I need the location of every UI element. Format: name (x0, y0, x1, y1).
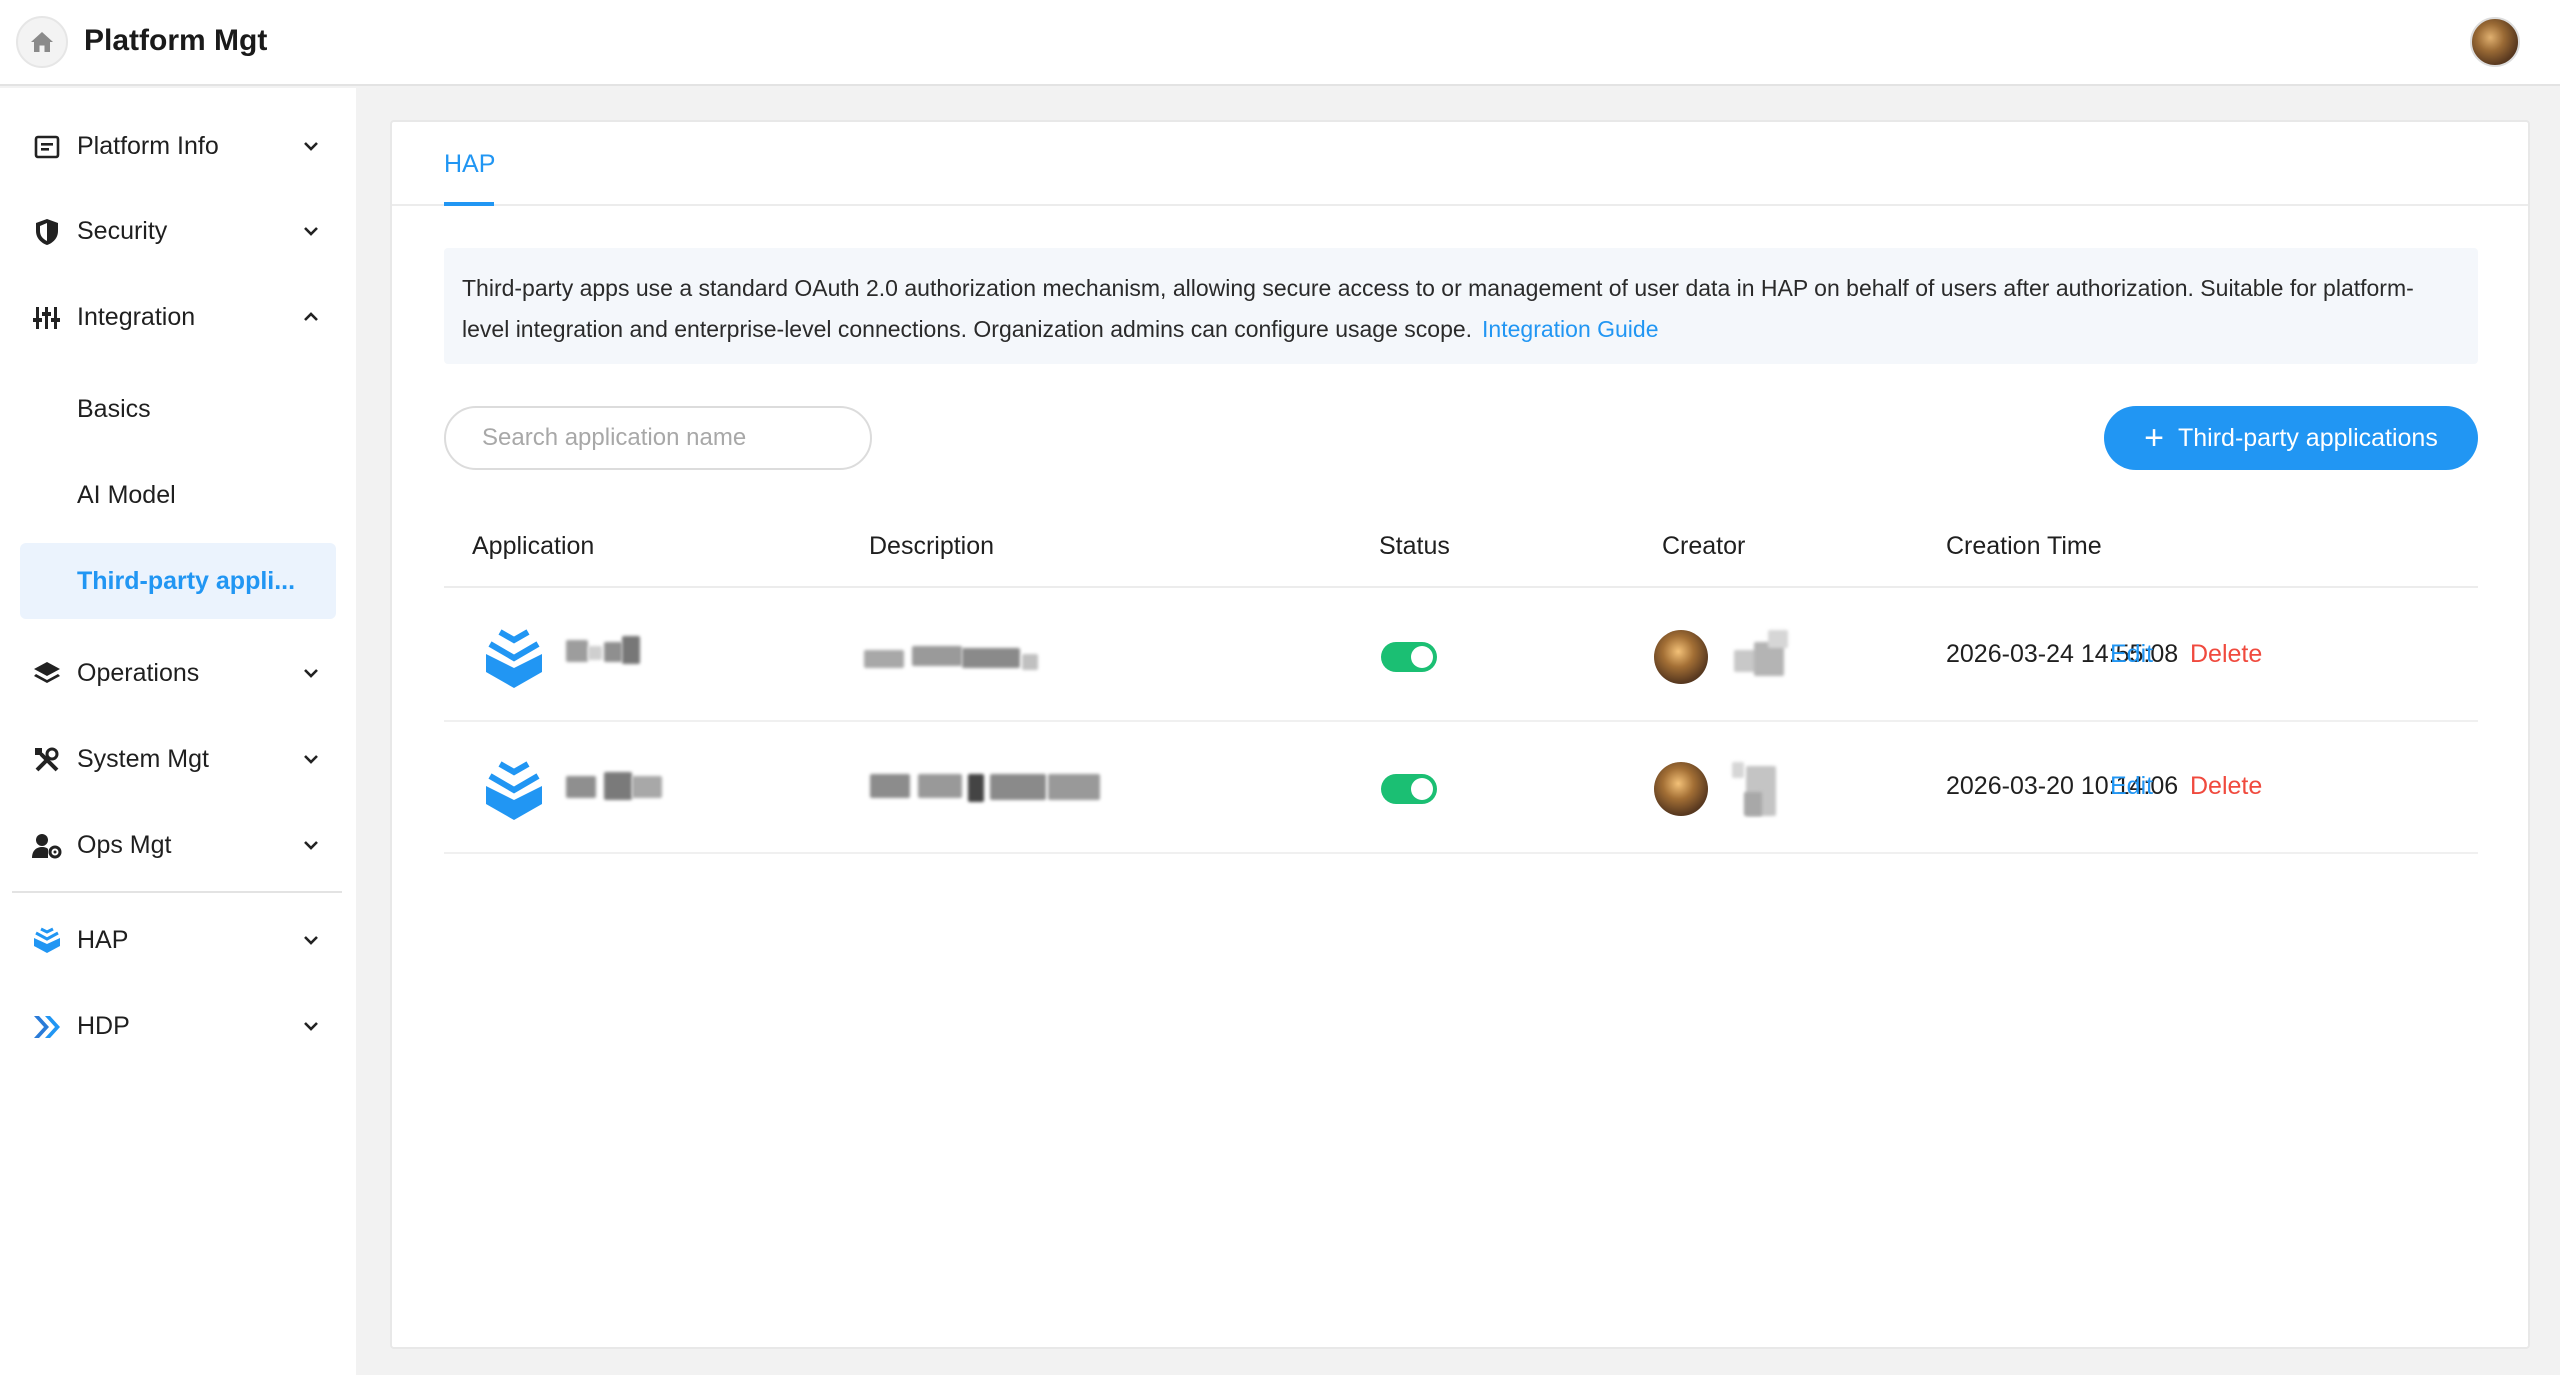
notice-text: Third-party apps use a standard OAuth 2.… (462, 275, 2414, 342)
edit-link[interactable]: Edit (2110, 772, 2153, 801)
tools-icon (32, 746, 62, 774)
delete-link[interactable]: Delete (2190, 640, 2262, 669)
app-logo-icon (486, 761, 542, 820)
search-input[interactable] (444, 406, 872, 470)
sidebar-item-operations[interactable]: Operations (20, 638, 336, 708)
chevron-down-icon (304, 755, 318, 764)
column-header-status: Status (1379, 532, 1450, 560)
user-avatar[interactable] (2470, 17, 2520, 67)
sidebar: Platform Info Security Integration Basic… (0, 88, 356, 1375)
sidebar-item-ops-mgt[interactable]: Ops Mgt (20, 810, 336, 880)
app-logo-icon (486, 629, 542, 688)
sidebar-item-label: HAP (77, 925, 129, 954)
layers-icon (32, 660, 62, 688)
hdp-logo-icon (32, 1013, 62, 1041)
status-toggle[interactable] (1381, 774, 1437, 804)
info-notice: Third-party apps use a standard OAuth 2.… (444, 248, 2478, 364)
table-row[interactable]: 2026-03-24 14:55:08 Edit Delete (444, 590, 2478, 722)
chevron-up-icon (304, 312, 318, 321)
sidebar-item-platform-info[interactable]: Platform Info (20, 111, 336, 181)
sidebar-item-third-party-apps[interactable]: Third-party appli... (20, 543, 336, 619)
shield-icon (32, 218, 62, 246)
app-title: Platform Mgt (84, 24, 268, 57)
chevron-down-icon (304, 142, 318, 151)
sidebar-item-label: Integration (77, 302, 196, 331)
creator-avatar (1654, 762, 1708, 816)
top-bar: Platform Mgt (0, 0, 2560, 86)
add-third-party-app-button[interactable]: + Third-party applications (2104, 406, 2478, 470)
sidebar-item-system-mgt[interactable]: System Mgt (20, 724, 336, 794)
sidebar-item-label: HDP (77, 1011, 130, 1040)
sidebar-item-label: System Mgt (77, 744, 209, 773)
column-header-description: Description (869, 532, 995, 560)
delete-link[interactable]: Delete (2190, 772, 2262, 801)
sidebar-item-hdp[interactable]: HDP (20, 991, 336, 1061)
table-row[interactable]: 2026-03-20 10:14:06 Edit Delete (444, 722, 2478, 854)
main-card: HAP Third-party apps use a standard OAut… (390, 120, 2530, 1349)
sidebar-item-label: Ops Mgt (77, 830, 172, 859)
table-header: Application Description Status Creator C… (444, 518, 2478, 588)
sidebar-item-basics[interactable]: Basics (20, 374, 336, 444)
integration-guide-link[interactable]: Integration Guide (1482, 316, 1658, 342)
column-header-creation-time: Creation Time (1946, 532, 2102, 560)
home-button[interactable] (16, 16, 68, 68)
user-gear-icon (32, 832, 62, 860)
edit-link[interactable]: Edit (2110, 640, 2153, 669)
sidebar-item-security[interactable]: Security (20, 196, 336, 266)
column-header-application: Application (472, 532, 595, 560)
hap-logo-icon (32, 927, 62, 955)
chevron-down-icon (304, 227, 318, 236)
sliders-icon (32, 304, 62, 332)
column-header-creator: Creator (1662, 532, 1746, 560)
status-toggle[interactable] (1381, 642, 1437, 672)
chevron-down-icon (304, 936, 318, 945)
sidebar-divider (12, 891, 342, 893)
creator-avatar (1654, 630, 1708, 684)
sidebar-item-label: Basics (77, 394, 151, 423)
tab-hap[interactable]: HAP (444, 150, 495, 179)
tab-active-indicator (444, 202, 494, 206)
chevron-down-icon (304, 669, 318, 678)
sidebar-item-label: Operations (77, 658, 200, 687)
add-button-label: Third-party applications (2178, 423, 2438, 452)
chevron-down-icon (304, 841, 318, 850)
sidebar-item-integration[interactable]: Integration (20, 282, 336, 352)
home-icon (31, 32, 53, 52)
sidebar-item-label: Third-party appli... (77, 566, 296, 595)
sidebar-item-ai-model[interactable]: AI Model (20, 460, 336, 530)
sidebar-item-label: Security (77, 216, 168, 245)
tab-bar: HAP (392, 122, 2528, 206)
sidebar-item-hap[interactable]: HAP (20, 905, 336, 975)
sidebar-item-label: AI Model (77, 480, 176, 509)
plus-icon: + (2144, 419, 2164, 457)
sidebar-item-label: Platform Info (77, 131, 219, 160)
info-card-icon (32, 133, 62, 161)
chevron-down-icon (304, 1022, 318, 1031)
